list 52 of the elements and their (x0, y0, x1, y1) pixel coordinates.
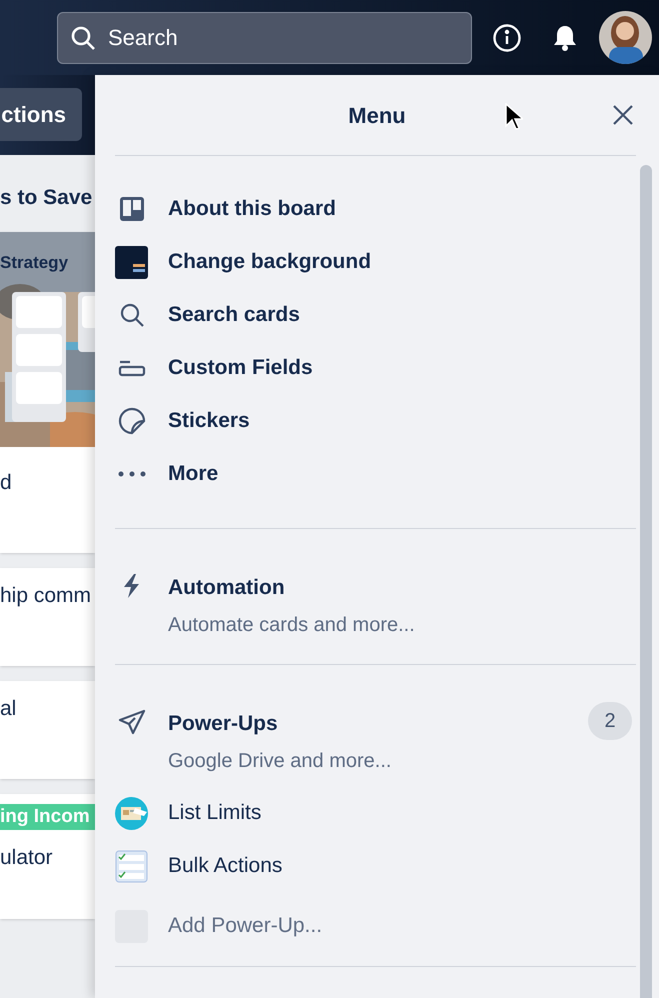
board-icon (118, 196, 144, 222)
menu-item-label: Stickers (168, 408, 251, 434)
menu-item-label: Automation (168, 575, 286, 601)
menu-item-label: More (168, 460, 220, 487)
mouse-cursor-icon (505, 103, 523, 131)
card-title: al (0, 697, 16, 720)
menu-item-label: Power-Ups (168, 711, 279, 737)
field-icon (118, 359, 146, 377)
board-thumbnail-icon (115, 246, 148, 278)
card[interactable]: al (0, 681, 95, 779)
card-title: ulator (0, 846, 53, 869)
scrollbar-thumb[interactable] (640, 165, 652, 998)
menu-item-subtitle: Automate cards and more... (168, 612, 416, 638)
menu-item[interactable]: Custom Fields (115, 341, 636, 394)
menu-item[interactable]: About this board (115, 182, 636, 235)
menu-item-label: Custom Fields (168, 354, 314, 381)
menu-item[interactable]: Stickers (115, 394, 636, 447)
count-badge: 2 (588, 702, 632, 740)
menu-item-label: Change background (168, 248, 372, 275)
menu-item[interactable]: Search cards (115, 288, 636, 341)
menu-item-label: List Limits (168, 800, 262, 826)
more-icon (118, 471, 146, 477)
menu-item[interactable]: More (115, 447, 636, 500)
menu-item[interactable]: Automation Automate cards and more... (115, 570, 636, 650)
menu-item-label: Add Power-Up... (168, 912, 324, 939)
card-label: ing Incom (0, 804, 95, 830)
avatar[interactable] (599, 11, 652, 64)
menu-item[interactable]: Bulk Actions (115, 839, 636, 892)
menu-item-subtitle: Google Drive and more... (168, 748, 392, 774)
info-icon[interactable] (492, 22, 522, 52)
search-field[interactable]: Search (57, 12, 472, 64)
menu-title: Menu (348, 102, 406, 130)
menu-item[interactable]: List Limits (115, 786, 636, 839)
menu-item-label: Bulk Actions (168, 852, 284, 879)
bulk-actions-icon (115, 850, 148, 882)
search-icon (118, 302, 144, 328)
card[interactable]: ing Incom ulator (0, 794, 95, 919)
card[interactable]: hip comm (0, 568, 95, 666)
list-limits-icon (115, 796, 148, 830)
search-icon (70, 24, 96, 50)
card-cover-title: Strategy (0, 252, 68, 274)
list-title: s to Save (0, 186, 92, 209)
menu-item[interactable]: Change background (115, 235, 636, 288)
card-title: d (0, 471, 12, 494)
menu-item-label: Search cards (168, 302, 301, 328)
bell-icon[interactable] (552, 24, 578, 52)
menu-item-label: About this board (168, 196, 337, 222)
sticker-icon (118, 407, 146, 435)
card-title: hip comm (0, 584, 92, 607)
lightning-icon (122, 573, 142, 599)
close-icon[interactable] (613, 105, 633, 125)
board-button[interactable]: ctions (0, 88, 82, 141)
